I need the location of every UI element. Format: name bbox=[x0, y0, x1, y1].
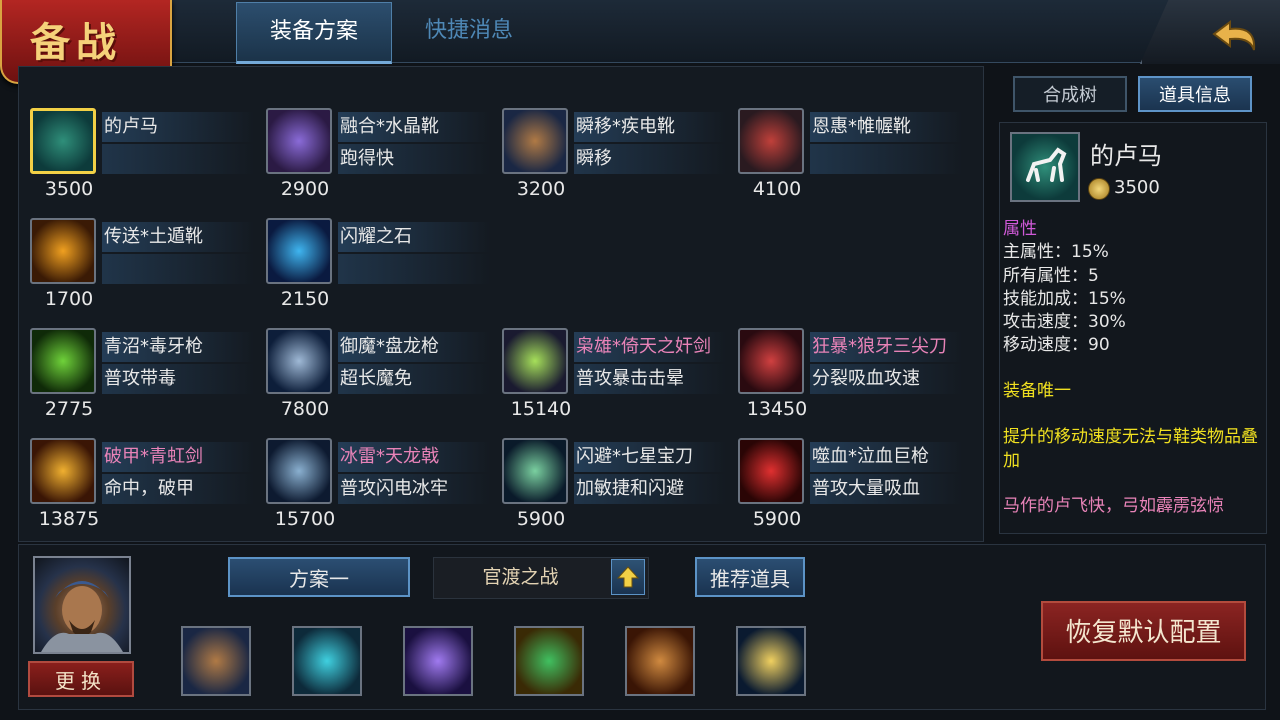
horse-icon bbox=[1010, 132, 1080, 202]
item-name: 融合*水晶靴 bbox=[338, 112, 490, 142]
item-card[interactable]: 瞬移*疾电靴 瞬移 3200 bbox=[492, 68, 728, 200]
tab-quick-message[interactable]: 快捷消息 bbox=[392, 2, 546, 60]
item-description: 普攻带毒 bbox=[102, 364, 254, 394]
item-description bbox=[338, 254, 490, 284]
item-description: 普攻闪电冰牢 bbox=[338, 474, 490, 504]
item-description bbox=[102, 254, 254, 284]
blood-spear-icon[interactable] bbox=[738, 438, 804, 504]
hero-portrait[interactable] bbox=[33, 556, 131, 654]
item-name: 传送*土遁靴 bbox=[102, 222, 254, 252]
item-card[interactable]: 闪避*七星宝刀 加敏捷和闪避 5900 bbox=[492, 398, 728, 530]
boots-slot-icon[interactable] bbox=[181, 626, 251, 696]
item-price: 13875 bbox=[38, 508, 100, 530]
item-card[interactable]: 御魔*盘龙枪 超长魔免 7800 bbox=[256, 288, 492, 420]
item-info-button[interactable]: 道具信息 bbox=[1138, 76, 1252, 112]
stack-note-line1: 提升的移动速度无法与鞋类物品叠 bbox=[1003, 427, 1258, 447]
item-description: 普攻暴击击晕 bbox=[574, 364, 726, 394]
attr-line: 技能加成：15% bbox=[1003, 289, 1126, 309]
item-name: 的卢马 bbox=[102, 112, 254, 142]
fire-boots-icon[interactable] bbox=[30, 218, 96, 284]
item-name: 瞬移*疾电靴 bbox=[574, 112, 726, 142]
arrow-up-icon bbox=[616, 566, 640, 588]
green-sword-icon[interactable] bbox=[502, 328, 568, 394]
synthesis-tree-button[interactable]: 合成树 bbox=[1013, 76, 1127, 112]
attribute-heading: 属性 bbox=[1003, 219, 1037, 239]
stack-note-line2: 加 bbox=[1003, 451, 1020, 471]
blue-gem-icon[interactable] bbox=[266, 218, 332, 284]
seven-star-blade-icon[interactable] bbox=[502, 438, 568, 504]
detail-item-price: 3500 bbox=[1114, 177, 1160, 198]
unique-note: 装备唯一 bbox=[1003, 381, 1071, 401]
top-bar bbox=[0, 0, 1280, 63]
item-description: 瞬移 bbox=[574, 144, 726, 174]
purple-shield-slot-icon[interactable] bbox=[403, 626, 473, 696]
item-card[interactable]: 枭雄*倚天之奸剑 普攻暴击击晕 15140 bbox=[492, 288, 728, 420]
item-card[interactable]: 传送*土遁靴 1700 bbox=[20, 178, 256, 310]
item-description: 跑得快 bbox=[338, 144, 490, 174]
page-title: 备战 bbox=[30, 19, 122, 66]
item-name: 冰雷*天龙戟 bbox=[338, 442, 490, 472]
plan-select-button[interactable]: 方案一 bbox=[228, 557, 410, 597]
item-description bbox=[102, 144, 254, 174]
item-description: 普攻大量吸血 bbox=[810, 474, 962, 504]
poison-spear-icon[interactable] bbox=[30, 328, 96, 394]
item-card[interactable]: 融合*水晶靴 跑得快 2900 bbox=[256, 68, 492, 200]
item-name: 青沼*毒牙枪 bbox=[102, 332, 254, 362]
item-description: 命中，破甲 bbox=[102, 474, 254, 504]
item-name: 枭雄*倚天之奸剑 bbox=[574, 332, 726, 362]
detail-item-name: 的卢马 bbox=[1090, 142, 1162, 170]
item-name: 闪避*七星宝刀 bbox=[574, 442, 726, 472]
item-name: 闪耀之石 bbox=[338, 222, 490, 252]
crystal-boots-icon[interactable] bbox=[266, 108, 332, 174]
item-description: 超长魔免 bbox=[338, 364, 490, 394]
attr-line: 移动速度：90 bbox=[1003, 335, 1110, 355]
item-card[interactable]: 破甲*青虹剑 命中，破甲 13875 bbox=[20, 398, 256, 530]
item-price: 5900 bbox=[752, 508, 802, 530]
halberd-icon[interactable] bbox=[266, 438, 332, 504]
item-card[interactable]: 狂暴*狼牙三尖刀 分裂吸血攻速 13450 bbox=[728, 288, 964, 420]
item-card[interactable]: 青沼*毒牙枪 普攻带毒 2775 bbox=[20, 288, 256, 420]
item-card[interactable]: 闪耀之石 2150 bbox=[256, 178, 492, 310]
item-price: 4100 bbox=[752, 178, 802, 200]
item-description bbox=[810, 144, 962, 174]
scale-armor-slot-icon[interactable] bbox=[625, 626, 695, 696]
golden-blade-slot-icon[interactable] bbox=[736, 626, 806, 696]
attr-line: 主属性：15% bbox=[1003, 242, 1109, 262]
item-name: 御魔*盘龙枪 bbox=[338, 332, 490, 362]
attr-line: 所有属性：5 bbox=[1003, 266, 1099, 286]
green-seal-slot-icon[interactable] bbox=[514, 626, 584, 696]
item-card[interactable]: 的卢马 3500 bbox=[20, 68, 256, 200]
item-price: 3200 bbox=[516, 178, 566, 200]
coin-icon bbox=[1088, 178, 1110, 200]
restore-default-button[interactable]: 恢复默认配置 bbox=[1041, 601, 1246, 661]
lightning-boots-icon[interactable] bbox=[502, 108, 568, 174]
item-name: 破甲*青虹剑 bbox=[102, 442, 254, 472]
map-label: 官渡之战 bbox=[482, 566, 559, 588]
item-description: 分裂吸血攻速 bbox=[810, 364, 962, 394]
item-price: 15700 bbox=[274, 508, 336, 530]
trident-blade-icon[interactable] bbox=[738, 328, 804, 394]
tab-equipment-plan[interactable]: 装备方案 bbox=[236, 2, 392, 64]
crystal-armor-slot-icon[interactable] bbox=[292, 626, 362, 696]
item-name: 噬血*泣血巨枪 bbox=[810, 442, 962, 472]
flavor-text: 马作的卢飞快，弓如霹雳弦惊 bbox=[1003, 496, 1224, 516]
dragon-spear-icon[interactable] bbox=[266, 328, 332, 394]
item-card[interactable]: 恩惠*帷幄靴 4100 bbox=[728, 68, 964, 200]
recommend-items-button[interactable]: 推荐道具 bbox=[695, 557, 805, 597]
red-boots-icon[interactable] bbox=[738, 108, 804, 174]
item-card[interactable]: 冰雷*天龙戟 普攻闪电冰牢 15700 bbox=[256, 398, 492, 530]
attr-line: 攻击速度：30% bbox=[1003, 312, 1126, 332]
golden-sword-icon[interactable] bbox=[30, 438, 96, 504]
item-price: 5900 bbox=[516, 508, 566, 530]
horse-icon[interactable] bbox=[30, 108, 96, 174]
map-toggle-button[interactable] bbox=[611, 559, 645, 595]
item-card[interactable]: 噬血*泣血巨枪 普攻大量吸血 5900 bbox=[728, 398, 964, 530]
change-hero-button[interactable]: 更换 bbox=[28, 661, 134, 697]
item-name: 恩惠*帷幄靴 bbox=[810, 112, 962, 142]
item-name: 狂暴*狼牙三尖刀 bbox=[810, 332, 962, 362]
item-description: 加敏捷和闪避 bbox=[574, 474, 726, 504]
